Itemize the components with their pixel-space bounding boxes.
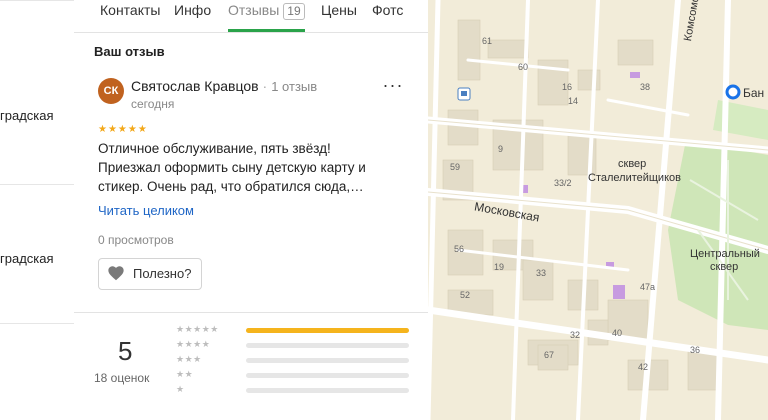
building-number: 60	[518, 62, 529, 72]
rating-bar-fill	[246, 328, 409, 333]
building-number: 67	[544, 350, 555, 360]
building-number: 47a	[640, 282, 656, 292]
rating-bar	[246, 373, 409, 378]
active-tab-indicator	[228, 29, 305, 32]
author-review-count: 1 отзыв	[271, 79, 318, 94]
review-stars: ★★★★★	[98, 124, 148, 135]
building-number: 56	[454, 244, 465, 254]
place-label-bank: Бан	[743, 86, 765, 100]
rating-row-5: ★★★★★	[176, 324, 416, 336]
results-list: градская градская	[0, 0, 75, 420]
building-number: 19	[494, 262, 505, 272]
avatar: СК	[98, 78, 124, 104]
tab-info[interactable]: Инфо	[174, 2, 211, 18]
rating-row-4: ★★★★	[176, 339, 416, 351]
building-number: 61	[482, 36, 493, 46]
place-label-central-skver: сквер	[710, 261, 739, 273]
tab-reviews-label: Отзывы	[228, 2, 280, 18]
building-number: 32	[570, 330, 581, 340]
building-number: 16	[562, 82, 573, 92]
place-label-skver-name: Сталелитейщиков	[588, 172, 681, 184]
heart-icon	[108, 266, 124, 281]
list-divider	[0, 184, 74, 185]
rating-row-3: ★★★	[176, 354, 416, 366]
list-divider	[0, 0, 74, 1]
rating-row-2: ★★	[176, 369, 416, 381]
building-number: 42	[638, 362, 649, 372]
place-label-skver: сквер	[618, 158, 647, 170]
average-rating: 5	[118, 336, 133, 366]
more-options-icon[interactable]: ···	[382, 76, 404, 98]
rating-row-1: ★	[176, 384, 416, 396]
views-count: 0 просмотров	[98, 233, 174, 247]
organization-panel: Контакты Инфо Отзывы 19 Цены Фотс Ваш отз…	[74, 0, 429, 420]
rating-bar	[246, 328, 409, 333]
list-item-address[interactable]: градская	[0, 108, 74, 123]
rating-row-stars: ★★	[176, 369, 194, 379]
building-number: 52	[460, 290, 471, 300]
rating-bar	[246, 358, 409, 363]
list-item-address[interactable]: градская	[0, 251, 74, 266]
author-name[interactable]: Святослав Кравцов	[131, 78, 259, 94]
tab-bar: Контакты Инфо Отзывы 19 Цены Фотс	[74, 0, 428, 33]
building-number: 59	[450, 162, 461, 172]
rating-row-stars: ★★★	[176, 354, 202, 364]
review-text: Отличное обслуживание, пять звёзд! Приез…	[98, 139, 398, 196]
review-author[interactable]: Святослав Кравцов · 1 отзыв	[131, 78, 317, 94]
ratings-count: 18 оценок	[94, 371, 150, 385]
building-number: 36	[690, 345, 701, 355]
rating-row-stars: ★	[176, 384, 185, 394]
map-view[interactable]: Московская Комсомольская сквер Сталелите…	[428, 0, 768, 420]
review-date: сегодня	[131, 97, 175, 111]
your-review-heading: Ваш отзыв	[94, 44, 165, 59]
separator-dot: ·	[262, 78, 268, 94]
rating-bar	[246, 343, 409, 348]
building-number: 38	[640, 82, 651, 92]
tab-contacts[interactable]: Контакты	[100, 2, 160, 18]
review-text-line: стикер. Очень рад, что обратился сюда,…	[98, 179, 364, 194]
rating-row-stars: ★★★★	[176, 339, 211, 349]
building-number: 40	[612, 328, 623, 338]
rating-bar	[246, 388, 409, 393]
building-number: 14	[568, 96, 579, 106]
tab-photos[interactable]: Фотс	[372, 2, 403, 18]
useful-label: Полезно?	[133, 266, 192, 281]
place-label-central: Центральный	[690, 248, 760, 260]
list-divider	[0, 323, 74, 324]
reviews-count-badge: 19	[283, 3, 305, 20]
building-number: 9	[498, 144, 504, 154]
review-text-line: Отличное обслуживание, пять звёзд!	[98, 141, 331, 156]
review-text-line: Приезжал оформить сыну детскую карту и	[98, 160, 366, 175]
read-more-link[interactable]: Читать целиком	[98, 203, 194, 218]
section-divider	[74, 312, 428, 313]
useful-button[interactable]: Полезно?	[98, 258, 202, 290]
building-number: 33	[536, 268, 547, 278]
building-number: 33/2	[554, 178, 572, 188]
tab-reviews[interactable]: Отзывы 19	[228, 2, 305, 20]
tab-prices[interactable]: Цены	[321, 2, 357, 18]
rating-row-stars: ★★★★★	[176, 324, 219, 334]
